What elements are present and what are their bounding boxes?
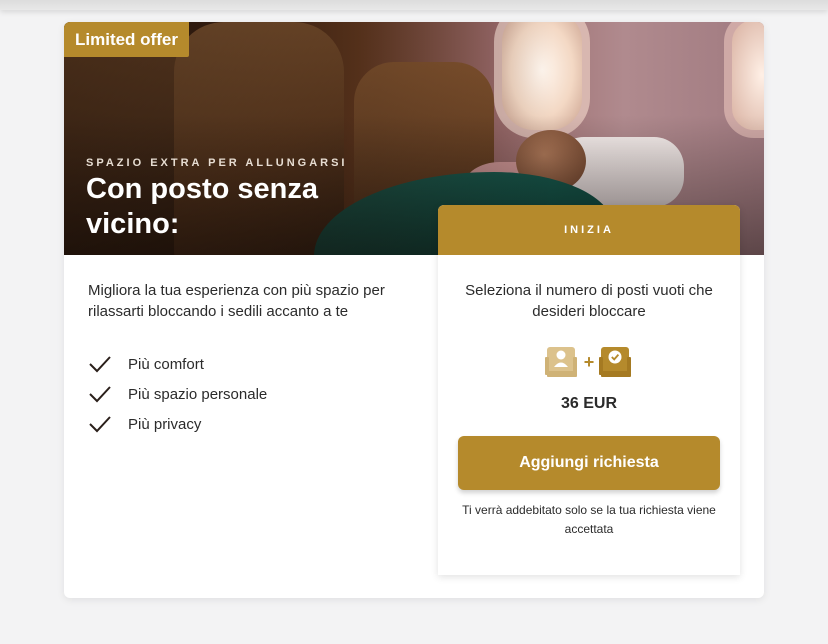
checkmark-icon — [89, 416, 111, 433]
offer-description: Migliora la tua esperienza con più spazi… — [88, 282, 385, 320]
feature-item: Più comfort — [88, 349, 267, 379]
feature-label: Più spazio personale — [128, 385, 268, 403]
seat-passenger-icon — [545, 347, 577, 377]
panel-description: Seleziona il numero di posti vuoti che d… — [465, 282, 713, 320]
hero-eyebrow: SPAZIO EXTRA PER ALLUNGARSI — [86, 157, 348, 169]
top-strip — [0, 0, 828, 10]
feature-item: Più spazio personale — [88, 379, 267, 409]
panel-heading: INIZIA — [438, 205, 740, 255]
add-request-button[interactable]: Aggiungi richiesta — [458, 436, 720, 490]
charge-note: Ti verrà addebitato solo se la tua richi… — [462, 503, 716, 536]
price: 36 EUR — [560, 395, 618, 412]
offer-card: Limited offer SPAZIO EXTRA PER ALLUNGARS… — [64, 22, 764, 598]
feature-label: Più privacy — [128, 415, 202, 433]
seat-blocked-check-icon — [599, 347, 631, 377]
feature-item: Più privacy — [88, 409, 267, 439]
checkmark-icon — [89, 356, 111, 373]
plus-icon: + — [584, 352, 595, 372]
seat-selection-illustration: + — [545, 347, 631, 377]
booking-panel: INIZIA Seleziona il numero di posti vuot… — [438, 205, 740, 575]
hero-title: Con posto senza vicino: — [86, 173, 319, 240]
feature-label: Più comfort — [128, 355, 204, 373]
checkmark-icon — [89, 386, 111, 403]
limited-offer-badge: Limited offer — [64, 22, 189, 57]
feature-list: Più comfort Più spazio personale Più pri… — [88, 349, 267, 439]
